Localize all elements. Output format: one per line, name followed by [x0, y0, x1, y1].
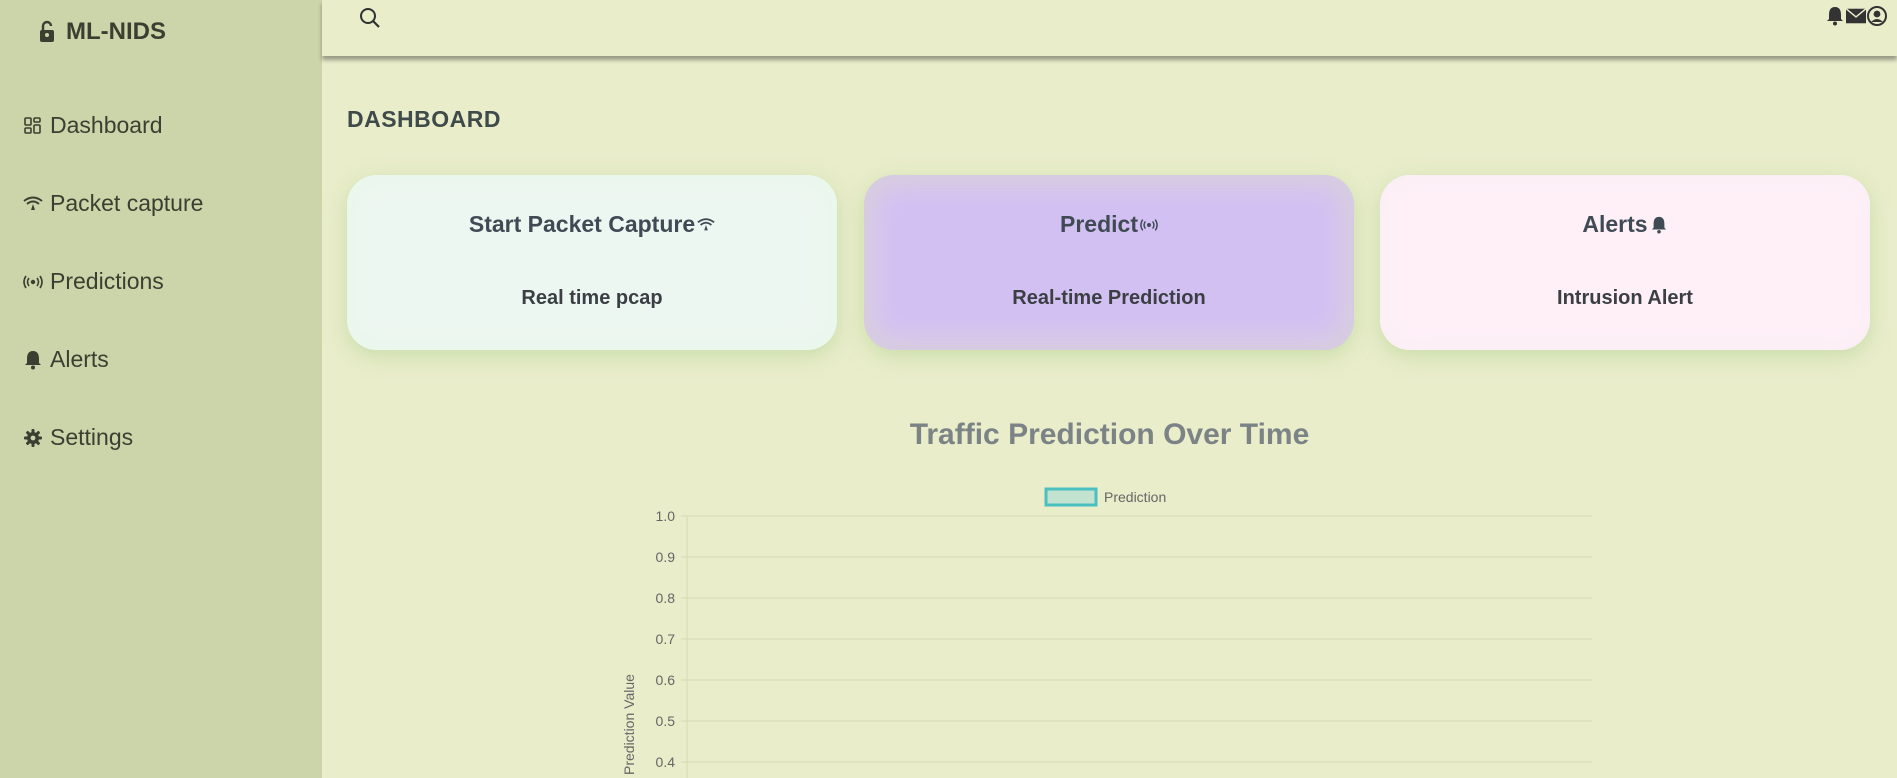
bell-icon [22, 349, 44, 371]
legend-label: Prediction [1104, 489, 1166, 505]
alerts-card[interactable]: Alerts Intrusion Alert [1380, 175, 1870, 350]
wifi-icon [22, 193, 44, 215]
y-tick-label: 0.7 [656, 631, 676, 647]
user-icon[interactable] [1867, 6, 1887, 26]
broadcast-icon [1140, 218, 1158, 231]
y-axis-ticks: 1.0 0.9 0.8 0.7 0.6 0.5 0.4 [656, 508, 676, 770]
lock-icon [40, 20, 54, 42]
predict-card[interactable]: Predict Real-time Prediction [864, 175, 1354, 350]
y-tick-label: 0.5 [656, 713, 676, 729]
sidebar-item-label: Predictions [50, 268, 164, 294]
wifi-icon [697, 217, 715, 230]
card-title: Predict [864, 211, 1354, 238]
gear-icon [22, 427, 44, 449]
card-title-text: Start Packet Capture [468, 211, 696, 237]
sidebar: ML-NIDS Dashboard Packet capture Predict… [0, 0, 322, 778]
card-title-text: Predict [1060, 211, 1138, 237]
sidebar-item-label: Packet capture [50, 190, 204, 216]
y-tick-label: 0.8 [656, 590, 676, 606]
page-title: DASHBOARD [347, 106, 501, 132]
sidebar-item-label: Dashboard [50, 112, 163, 138]
topbar [322, 0, 1897, 56]
sidebar-item-label: Alerts [50, 346, 109, 372]
brand-name: ML-NIDS [66, 18, 166, 45]
card-title-text: Alerts [1582, 211, 1648, 237]
legend-swatch [1044, 487, 1098, 507]
chart-grid [681, 515, 1592, 763]
chart-legend[interactable]: Prediction [1044, 487, 1166, 507]
bell-icon [1651, 216, 1666, 234]
y-tick-label: 1.0 [656, 508, 676, 524]
search-icon[interactable] [358, 6, 382, 30]
card-title: Alerts [1380, 211, 1870, 238]
card-title: Start Packet Capture [347, 211, 837, 238]
topbar-actions [1825, 6, 1887, 26]
dashboard-icon [22, 115, 44, 137]
start-capture-card[interactable]: Start Packet Capture Real time pcap [347, 175, 837, 350]
sidebar-item-packet-capture[interactable]: Packet capture [22, 190, 203, 217]
card-subtitle: Real time pcap [521, 287, 663, 309]
sidebar-item-settings[interactable]: Settings [22, 424, 133, 451]
card-subtitle: Intrusion Alert [1557, 287, 1693, 309]
sidebar-item-predictions[interactable]: Predictions [22, 268, 164, 295]
bell-icon[interactable] [1825, 6, 1845, 26]
brand[interactable]: ML-NIDS [36, 18, 166, 46]
sidebar-item-alerts[interactable]: Alerts [22, 346, 109, 373]
prediction-chart: Prediction 1.0 0.9 0.8 0.7 0.6 0.5 0.4 Predict… [621, 487, 1592, 778]
sidebar-item-dashboard[interactable]: Dashboard [22, 112, 163, 139]
broadcast-icon [22, 271, 44, 293]
chart-title: Traffic Prediction Over Time [909, 418, 1310, 451]
mail-icon[interactable] [1846, 6, 1866, 26]
y-tick-label: 0.6 [656, 672, 676, 688]
y-axis-label: Prediction Value [621, 674, 637, 775]
card-subtitle: Real-time Prediction [1012, 287, 1206, 309]
y-tick-label: 0.9 [656, 549, 676, 565]
y-tick-label: 0.4 [656, 754, 676, 770]
sidebar-item-label: Settings [50, 424, 134, 450]
